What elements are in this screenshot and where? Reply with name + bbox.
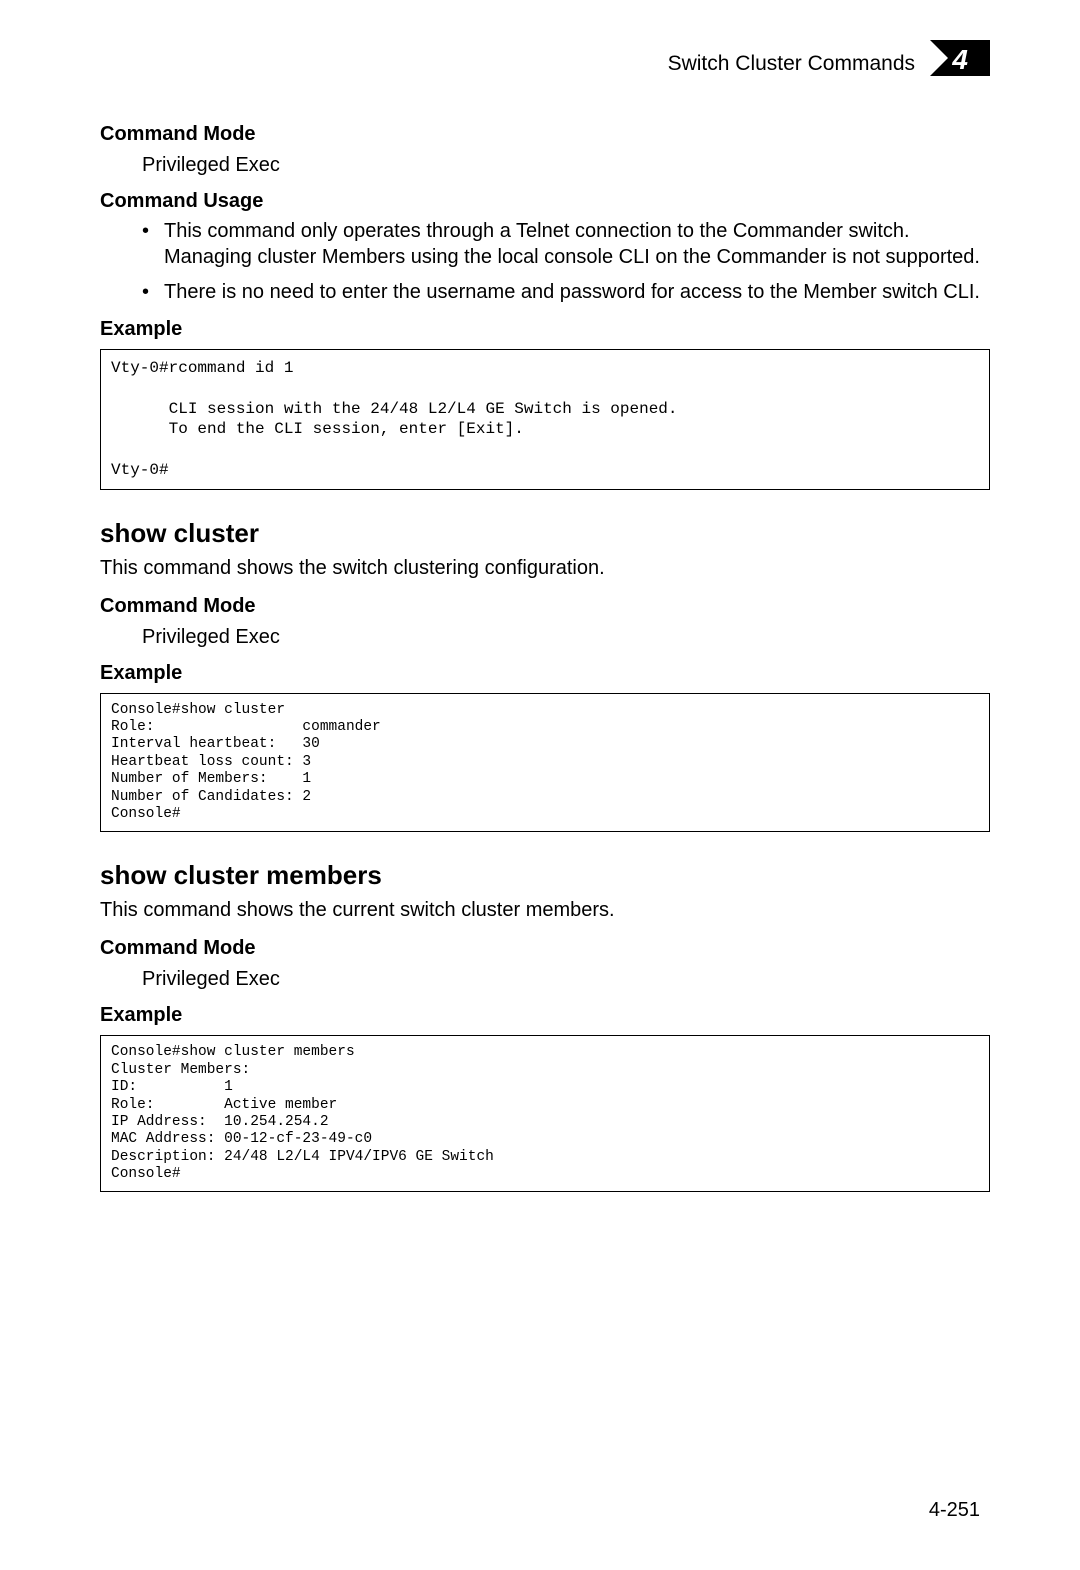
command-mode-value: Privileged Exec (142, 966, 990, 992)
section-rcommand: Command Mode Privileged Exec Command Usa… (100, 123, 990, 490)
command-description: This command shows the current switch cl… (100, 897, 990, 923)
section-show-cluster-members: show cluster members This command shows … (100, 860, 990, 1192)
example-label: Example (100, 662, 990, 685)
example-code-block: Vty-0#rcommand id 1 CLI session with the… (100, 349, 990, 490)
chapter-badge: 4 (930, 40, 990, 88)
usage-bullet-item: This command only operates through a Tel… (142, 219, 990, 270)
command-heading: show cluster (100, 518, 990, 549)
command-mode-label: Command Mode (100, 595, 990, 618)
command-description: This command shows the switch clustering… (100, 555, 990, 581)
usage-bullet-item: There is no need to enter the username a… (142, 280, 990, 306)
example-label: Example (100, 318, 990, 341)
command-heading: show cluster members (100, 860, 990, 891)
page-number: 4-251 (929, 1499, 980, 1522)
command-mode-label: Command Mode (100, 937, 990, 960)
example-label: Example (100, 1004, 990, 1027)
command-usage-label: Command Usage (100, 190, 990, 213)
usage-bullet-list: This command only operates through a Tel… (142, 219, 990, 306)
section-show-cluster: show cluster This command shows the swit… (100, 518, 990, 833)
command-mode-value: Privileged Exec (142, 152, 990, 178)
chapter-number: 4 (952, 44, 968, 76)
command-mode-label: Command Mode (100, 123, 990, 146)
header-title: Switch Cluster Commands (668, 52, 915, 76)
example-code-block: Console#show cluster members Cluster Mem… (100, 1035, 990, 1192)
example-code-block: Console#show cluster Role: commander Int… (100, 693, 990, 833)
command-mode-value: Privileged Exec (142, 624, 990, 650)
page-header: Switch Cluster Commands 4 (100, 40, 990, 88)
